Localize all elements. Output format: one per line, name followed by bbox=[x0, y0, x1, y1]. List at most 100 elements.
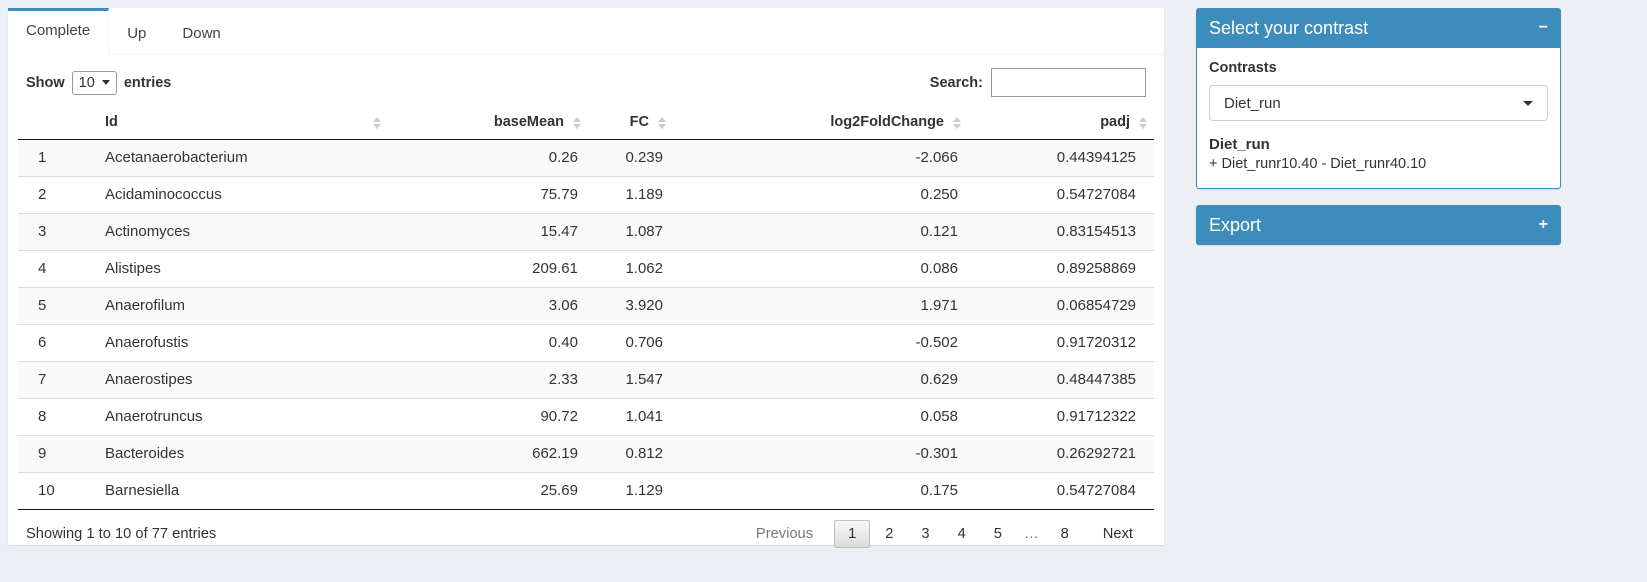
table-cell: 3 bbox=[18, 214, 88, 251]
show-label: Show bbox=[26, 75, 65, 91]
column-label: baseMean bbox=[494, 114, 564, 130]
table-cell: 0.26 bbox=[388, 140, 588, 177]
table-row[interactable]: 3Actinomyces15.471.0870.1210.83154513 bbox=[18, 214, 1154, 251]
table-cell: 6 bbox=[18, 325, 88, 362]
table-cell: 7 bbox=[18, 362, 88, 399]
pagination-next[interactable]: Next bbox=[1090, 521, 1146, 547]
table-cell: 8 bbox=[18, 399, 88, 436]
table-cell: 1.087 bbox=[588, 214, 673, 251]
sort-icon[interactable] bbox=[373, 117, 381, 129]
table-cell: 15.47 bbox=[388, 214, 588, 251]
contrast-select[interactable]: Diet_run bbox=[1209, 85, 1548, 121]
table-row[interactable]: 7Anaerostipes2.331.5470.6290.48447385 bbox=[18, 362, 1154, 399]
page-length-select[interactable]: 10 bbox=[72, 71, 117, 95]
pagination-page[interactable]: 2 bbox=[872, 521, 906, 547]
table-cell: 0.91712322 bbox=[968, 399, 1154, 436]
tab-bar: Complete Up Down bbox=[8, 8, 1164, 55]
table-row[interactable]: 10Barnesiella25.691.1290.1750.54727084 bbox=[18, 473, 1154, 510]
table-cell: 5 bbox=[18, 288, 88, 325]
column-header-rownum bbox=[18, 107, 88, 140]
table-cell: Bacteroides bbox=[88, 436, 388, 473]
column-label: Id bbox=[105, 114, 118, 130]
table-cell: 0.26292721 bbox=[968, 436, 1154, 473]
pagination-page[interactable]: 3 bbox=[908, 521, 942, 547]
table-cell: 0.239 bbox=[588, 140, 673, 177]
column-header-log2foldchange[interactable]: log2FoldChange bbox=[673, 107, 968, 140]
table-cell: 0.54727084 bbox=[968, 177, 1154, 214]
column-label: padj bbox=[1100, 114, 1130, 130]
caret-down-icon bbox=[102, 80, 110, 85]
contrasts-label: Contrasts bbox=[1209, 60, 1548, 76]
table-cell: 0.06854729 bbox=[968, 288, 1154, 325]
contrast-select-value: Diet_run bbox=[1224, 95, 1281, 112]
column-header-padj[interactable]: padj bbox=[968, 107, 1154, 140]
pagination-ellipsis: … bbox=[1017, 521, 1046, 547]
pagination-page[interactable]: 5 bbox=[981, 521, 1015, 547]
page-length-value: 10 bbox=[79, 75, 95, 91]
table-cell: 1 bbox=[18, 140, 88, 177]
collapse-minus-icon[interactable]: − bbox=[1539, 20, 1548, 36]
results-table: Id baseMean FC log2FoldChange bbox=[18, 107, 1154, 510]
tab-up[interactable]: Up bbox=[109, 8, 164, 55]
table-row[interactable]: 6Anaerofustis0.400.706-0.5020.91720312 bbox=[18, 325, 1154, 362]
table-cell: 9 bbox=[18, 436, 88, 473]
table-cell: 1.971 bbox=[673, 288, 968, 325]
table-cell: 0.250 bbox=[673, 177, 968, 214]
table-cell: Alistipes bbox=[88, 251, 388, 288]
table-cell: 3.06 bbox=[388, 288, 588, 325]
pagination-page[interactable]: 1 bbox=[834, 520, 870, 548]
pagination-previous[interactable]: Previous bbox=[743, 521, 826, 547]
sort-icon[interactable] bbox=[573, 117, 581, 129]
table-row[interactable]: 8Anaerotruncus90.721.0410.0580.91712322 bbox=[18, 399, 1154, 436]
table-row[interactable]: 1Acetanaerobacterium0.260.239-2.0660.443… bbox=[18, 140, 1154, 177]
pagination-page[interactable]: 8 bbox=[1048, 521, 1082, 547]
expand-plus-icon[interactable]: + bbox=[1539, 217, 1548, 233]
sort-icon[interactable] bbox=[658, 117, 666, 129]
table-info: Showing 1 to 10 of 77 entries bbox=[26, 526, 216, 542]
table-cell: Anaerostipes bbox=[88, 362, 388, 399]
table-cell: 1.129 bbox=[588, 473, 673, 510]
table-cell: Anaerotruncus bbox=[88, 399, 388, 436]
table-cell: 10 bbox=[18, 473, 88, 510]
table-row[interactable]: 9Bacteroides662.190.812-0.3010.26292721 bbox=[18, 436, 1154, 473]
table-cell: Barnesiella bbox=[88, 473, 388, 510]
table-cell: -0.502 bbox=[673, 325, 968, 362]
column-header-basemean[interactable]: baseMean bbox=[388, 107, 588, 140]
search-input[interactable] bbox=[991, 68, 1146, 97]
table-cell: 1.547 bbox=[588, 362, 673, 399]
table-row[interactable]: 2Acidaminococcus75.791.1890.2500.5472708… bbox=[18, 177, 1154, 214]
contrast-formula: + Diet_runr10.40 - Diet_runr40.10 bbox=[1209, 156, 1548, 172]
contrast-box: Select your contrast − Contrasts Diet_ru… bbox=[1196, 8, 1561, 189]
table-cell: Acetanaerobacterium bbox=[88, 140, 388, 177]
table-cell: 1.041 bbox=[588, 399, 673, 436]
table-cell: 0.058 bbox=[673, 399, 968, 436]
page-length-control: Show 10 entries bbox=[26, 71, 171, 95]
table-cell: 2.33 bbox=[388, 362, 588, 399]
table-cell: 0.89258869 bbox=[968, 251, 1154, 288]
tab-down[interactable]: Down bbox=[164, 8, 238, 55]
export-box-title: Export bbox=[1209, 215, 1261, 236]
table-cell: 25.69 bbox=[388, 473, 588, 510]
table-cell: 4 bbox=[18, 251, 88, 288]
sort-icon[interactable] bbox=[1139, 117, 1147, 129]
tab-complete[interactable]: Complete bbox=[8, 8, 109, 55]
column-label: FC bbox=[630, 114, 649, 130]
table-row[interactable]: 4Alistipes209.611.0620.0860.89258869 bbox=[18, 251, 1154, 288]
table-row[interactable]: 5Anaerofilum3.063.9201.9710.06854729 bbox=[18, 288, 1154, 325]
column-header-id[interactable]: Id bbox=[88, 107, 388, 140]
table-cell: 3.920 bbox=[588, 288, 673, 325]
table-cell: 0.44394125 bbox=[968, 140, 1154, 177]
table-cell: 0.706 bbox=[588, 325, 673, 362]
table-cell: 0.40 bbox=[388, 325, 588, 362]
column-header-fc[interactable]: FC bbox=[588, 107, 673, 140]
sort-icon[interactable] bbox=[953, 117, 961, 129]
contrast-name: Diet_run bbox=[1209, 136, 1548, 153]
table-cell: 0.91720312 bbox=[968, 325, 1154, 362]
table-cell: 0.54727084 bbox=[968, 473, 1154, 510]
caret-down-icon bbox=[1523, 101, 1533, 106]
table-cell: Anaerofustis bbox=[88, 325, 388, 362]
table-cell: -0.301 bbox=[673, 436, 968, 473]
table-cell: 0.83154513 bbox=[968, 214, 1154, 251]
table-cell: Anaerofilum bbox=[88, 288, 388, 325]
pagination-page[interactable]: 4 bbox=[945, 521, 979, 547]
